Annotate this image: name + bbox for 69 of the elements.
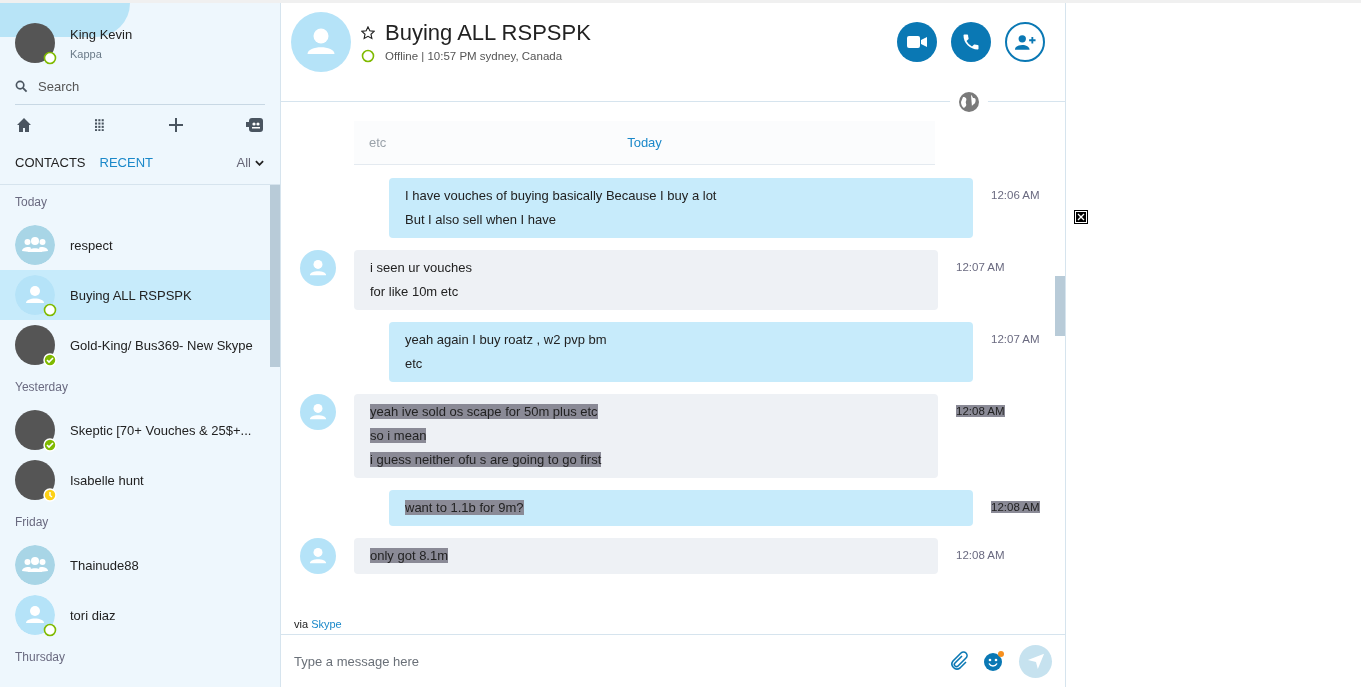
video-camera-icon (907, 35, 927, 49)
star-icon[interactable] (361, 26, 375, 40)
contact-item[interactable]: respect (0, 220, 270, 270)
message-text: for like 10m etc (370, 284, 459, 299)
profile-name[interactable]: King Kevin (70, 26, 133, 42)
message-time: 12:08 AM (956, 549, 1005, 561)
chevron-down-icon (255, 159, 264, 166)
contact-item[interactable]: Buying ALL RSPSPK (0, 270, 270, 320)
plus-icon[interactable] (168, 118, 183, 132)
message-text: want to 1.1b for 9m? (405, 500, 524, 515)
section-heading: Today (14, 194, 49, 211)
message-time: 12:08 AM (991, 501, 1040, 513)
add-contact-button[interactable] (1005, 22, 1045, 62)
contact-item[interactable]: Gold-King/ Bus369- New Skype (0, 320, 270, 370)
contact-item[interactable]: Skeptic [70+ Vouches & 25$+... (0, 405, 270, 455)
section-heading: Thursday (14, 649, 67, 666)
skype-link[interactable]: Skype (311, 618, 342, 630)
scrollbar-thumb[interactable] (1055, 276, 1065, 336)
contact-name: Gold-King/ Bus369- New Skype (70, 337, 253, 353)
message-text: yeah ive sold os scape for 50m plus etc (370, 404, 598, 419)
search-icon (15, 80, 28, 93)
contact-name: Buying ALL RSPSPK (70, 287, 192, 303)
home-icon[interactable] (16, 117, 32, 133)
paperclip-icon[interactable] (949, 651, 969, 671)
contact-name: Skeptic [70+ Vouches & 25$+... (70, 422, 252, 438)
message-text: so i mean (370, 428, 427, 443)
tab[interactable]: CONTACTS (15, 155, 86, 170)
phone-icon (961, 32, 981, 52)
message-text: I have vouches of buying basically Because I buy a lot (405, 188, 717, 203)
via-text: via (294, 618, 309, 630)
profile-mood[interactable]: Kappa (70, 47, 133, 60)
contact-name: respect (70, 237, 113, 253)
contact-item[interactable]: Isabelle hunt (0, 455, 270, 505)
chat-title: Buying ALL RSPSPK (385, 20, 591, 46)
message-time: 12:08 AM (956, 405, 1005, 417)
tab[interactable]: RECENT (99, 155, 153, 170)
person-avatar-icon (300, 250, 336, 286)
contact-name: Isabelle hunt (70, 472, 144, 488)
message-text: yeah again I buy roatz , w2 pvp bm (405, 332, 607, 347)
bot-icon[interactable] (246, 117, 264, 133)
person-avatar-icon (300, 538, 336, 574)
person-avatar-icon (291, 12, 351, 72)
message-time: 12:06 AM (991, 189, 1040, 201)
message-text: etc (405, 356, 423, 371)
section-heading: Friday (14, 514, 50, 531)
message-text: i seen ur vouches (370, 260, 472, 275)
filter-dropdown[interactable]: All (236, 155, 264, 170)
paper-plane-icon (1026, 652, 1045, 670)
section-heading: Yesterday (14, 379, 69, 396)
day-label: Today (627, 135, 662, 150)
call-button[interactable] (951, 22, 991, 62)
contact-name: Thainude88 (70, 557, 139, 573)
video-call-button[interactable] (897, 22, 937, 62)
message-time: 12:07 AM (956, 261, 1005, 273)
contact-item[interactable]: tori diaz (0, 590, 270, 640)
contact-item[interactable]: Thainude88 (0, 540, 270, 590)
message-text: only got 8.1m (370, 548, 449, 563)
person-avatar-icon (300, 394, 336, 430)
broken-image-icon (1074, 210, 1088, 224)
dialpad-icon[interactable] (95, 119, 106, 131)
message-text: But I also sell when I have (405, 212, 557, 227)
faded-message-text: etc (369, 135, 387, 150)
presence-text: Offline | 10:57 PM sydney, Canada (385, 50, 563, 62)
emoticon-icon[interactable] (983, 650, 1005, 672)
scrollbar-thumb[interactable] (270, 185, 280, 367)
add-person-icon (1014, 33, 1036, 51)
search-field[interactable]: Search (38, 79, 265, 94)
contact-name: tori diaz (70, 607, 116, 623)
message-time: 12:07 AM (991, 333, 1040, 345)
